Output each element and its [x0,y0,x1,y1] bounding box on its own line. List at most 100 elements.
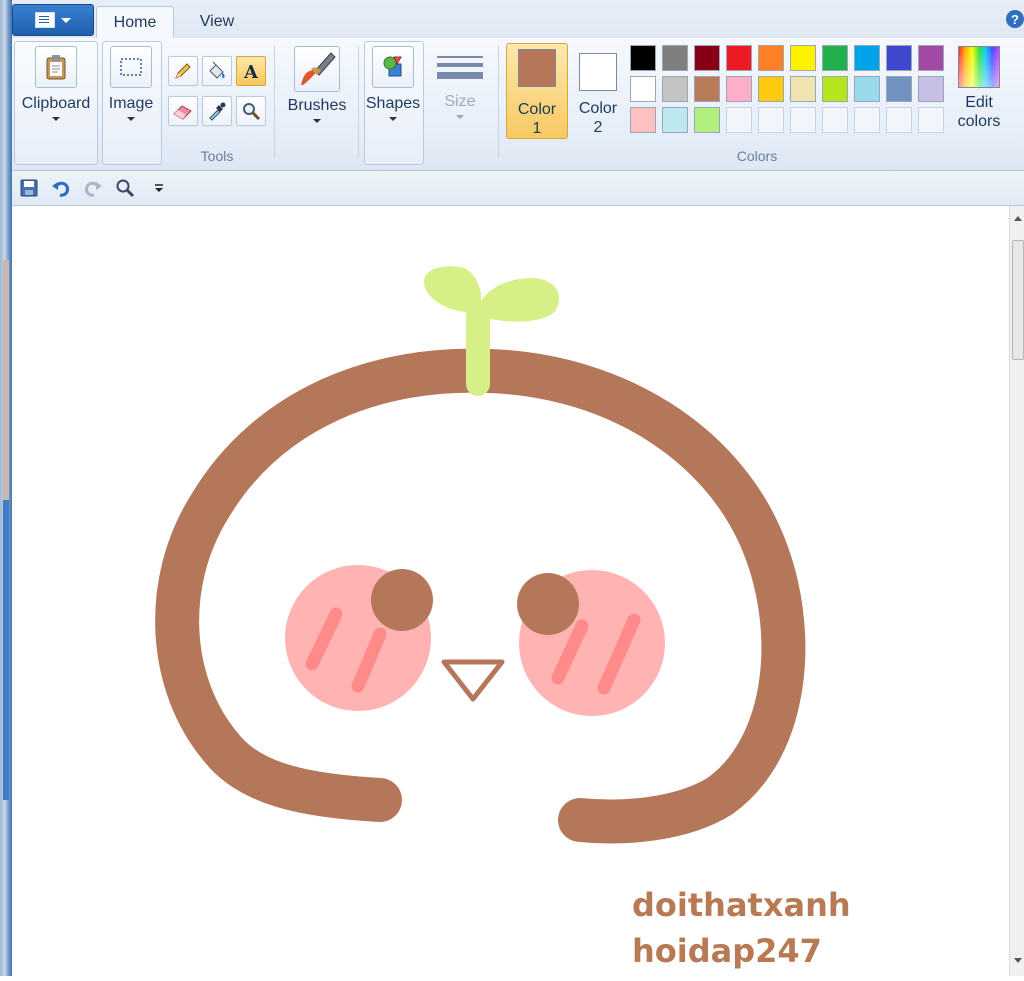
color-picker-tool[interactable] [202,96,232,126]
tab-view[interactable]: View [182,6,252,38]
tab-home[interactable]: Home [96,6,174,39]
palette-swatch[interactable] [726,76,752,102]
customize-toolbar-icon[interactable] [148,177,170,199]
scroll-thumb[interactable] [1012,240,1024,360]
window-left-edge [0,0,12,976]
palette-swatch[interactable] [822,45,848,71]
palette-swatch[interactable] [694,107,720,133]
chevron-down-icon [389,117,397,121]
document-icon [35,12,55,28]
text-icon: A [243,62,259,81]
ribbon: Clipboard Image A Tools Brushes Shapes S… [12,38,1024,171]
color2-swatch[interactable] [579,53,617,91]
beak [441,659,505,702]
palette-swatch[interactable] [918,45,944,71]
clipboard-label: Clipboard [21,95,91,112]
drawing [155,266,806,844]
palette-swatch[interactable] [918,76,944,102]
palette-swatch[interactable] [886,76,912,102]
edge-strip [3,500,9,800]
fill-tool[interactable] [202,56,232,86]
image-label: Image [108,95,154,112]
paint-menu-button[interactable] [12,4,94,36]
palette-empty-slot[interactable] [886,107,912,133]
palette-swatch[interactable] [790,45,816,71]
watermark-line-1: doithatxanh [632,886,851,924]
palette-swatch[interactable] [758,45,784,71]
chevron-down-icon [456,115,464,119]
paint-window: Home View ? Clipboard Image A Tools Brus… [12,0,1024,976]
chevron-down-icon [52,117,60,121]
palette-swatch[interactable] [854,76,880,102]
watermark-line-2: hoidap247 [632,932,822,970]
edit-colors-button[interactable]: Edit colors [950,46,1008,131]
chevron-down-icon [61,17,71,23]
brushes-label: Brushes [287,97,347,114]
head-outline [155,348,806,844]
palette-empty-slot[interactable] [822,107,848,133]
palette-swatch[interactable] [630,45,656,71]
eraser-tool[interactable] [168,96,198,126]
pencil-icon [175,63,191,79]
line-size-icon [437,46,483,88]
eraser-icon [173,105,192,120]
brush-icon [294,46,340,92]
clipboard-icon [35,46,77,88]
redo-icon[interactable] [82,177,104,199]
magnifier-icon [243,103,261,121]
eyedropper-icon [209,102,226,121]
image-button[interactable]: Image [104,46,158,121]
color1-swatch [518,49,556,87]
sprout-leaf-right [478,278,560,322]
palette-swatch[interactable] [662,76,688,102]
palette-swatch[interactable] [758,76,784,102]
text-tool[interactable]: A [236,56,266,86]
palette-empty-slot[interactable] [854,107,880,133]
zoom-icon[interactable] [114,177,136,199]
palette-swatch[interactable] [854,45,880,71]
palette-empty-slot[interactable] [790,107,816,133]
save-icon[interactable] [18,177,40,199]
scroll-down-icon[interactable] [1014,958,1022,963]
palette-swatch[interactable] [694,76,720,102]
palette-swatch[interactable] [790,76,816,102]
svg-text:A: A [243,62,259,81]
palette-empty-slot[interactable] [758,107,784,133]
pencil-tool[interactable] [168,56,198,86]
palette-empty-slot[interactable] [918,107,944,133]
scroll-up-icon[interactable] [1014,216,1022,221]
palette-swatch[interactable] [662,45,688,71]
palette-swatch[interactable] [822,76,848,102]
shapes-label: Shapes [365,95,421,112]
drawing-canvas[interactable]: doithatxanh hoidap247 [20,206,1010,976]
color1-button[interactable]: Color 1 [506,43,568,139]
ribbon-tab-strip: Home View ? [12,0,1024,39]
ribbon-separator [274,46,275,158]
select-icon [110,46,152,88]
palette-swatch[interactable] [726,45,752,71]
quick-access-toolbar [12,171,1024,206]
ribbon-separator [358,46,359,158]
sprout-leaf-left [423,266,482,313]
palette-swatch[interactable] [886,45,912,71]
size-button[interactable]: Size [430,46,490,119]
color-spectrum-icon [958,46,1000,88]
palette-empty-slot[interactable] [726,107,752,133]
paint-bucket-icon [209,61,225,79]
vertical-scrollbar[interactable] [1009,206,1024,976]
shapes-button[interactable]: Shapes [366,46,420,121]
palette-swatch[interactable] [630,107,656,133]
ribbon-separator [498,46,499,158]
undo-icon[interactable] [50,177,72,199]
magnifier-tool[interactable] [236,96,266,126]
shapes-icon [372,46,414,88]
right-eye [517,573,579,635]
palette-swatch[interactable] [630,76,656,102]
edge-strip [3,260,9,500]
help-icon[interactable]: ? [1006,10,1024,28]
clipboard-button[interactable]: Clipboard [18,46,94,121]
color2-label[interactable]: Color 2 [570,99,626,137]
palette-swatch[interactable] [694,45,720,71]
brushes-button[interactable]: Brushes [282,46,352,123]
palette-swatch[interactable] [662,107,688,133]
